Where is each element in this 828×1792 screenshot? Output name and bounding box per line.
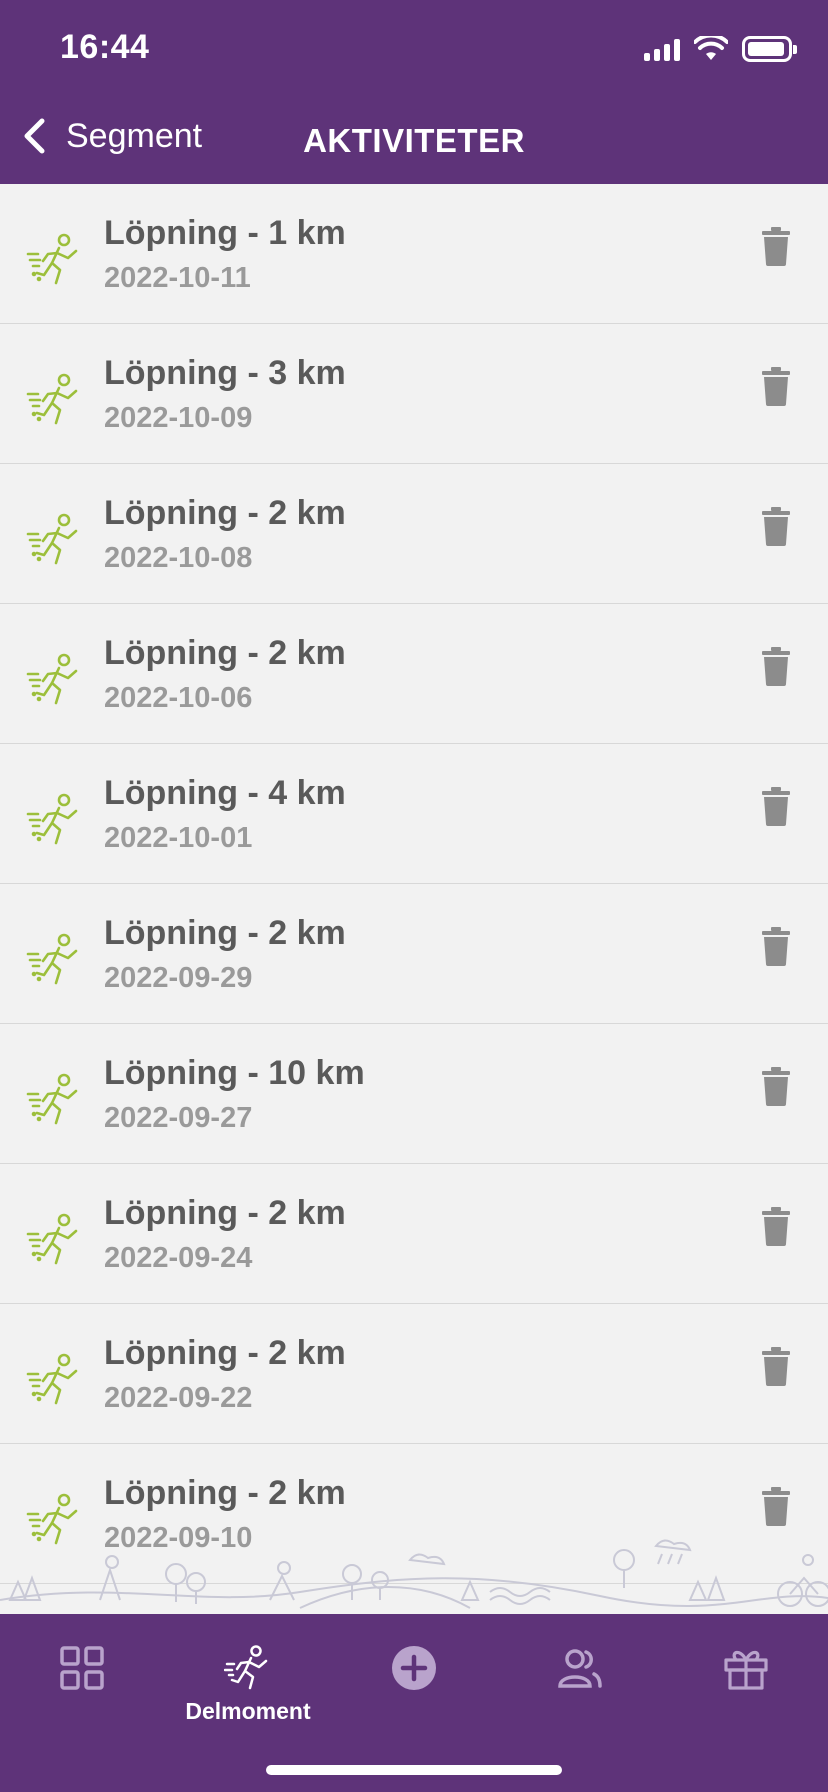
top-bar: 16:44 Segment AKTIVITETER — [0, 0, 828, 184]
activity-title: Löpning - 2 km — [104, 634, 346, 672]
activity-date: 2022-09-22 — [104, 1382, 253, 1414]
runner-icon — [224, 1645, 268, 1690]
people-icon — [558, 1649, 602, 1688]
activity-date: 2022-10-09 — [104, 402, 253, 434]
runner-icon — [26, 1493, 78, 1545]
activity-title: Löpning - 4 km — [104, 774, 346, 812]
activity-title: Löpning - 10 km — [104, 1054, 365, 1092]
trash-icon[interactable] — [760, 1486, 792, 1526]
list-item[interactable]: Löpning - 2 km 2022-09-29 — [0, 884, 828, 1024]
runner-icon — [26, 1353, 78, 1405]
list-item[interactable]: Löpning - 2 km 2022-09-10 — [0, 1444, 828, 1584]
activity-date: 2022-09-29 — [104, 962, 253, 994]
tab-overview[interactable] — [22, 1644, 142, 1734]
trash-icon[interactable] — [760, 366, 792, 406]
trash-icon[interactable] — [760, 1206, 792, 1246]
runner-icon — [26, 793, 78, 845]
runner-icon — [26, 233, 78, 285]
status-icons — [644, 34, 797, 64]
page-title: AKTIVITETER — [303, 122, 525, 159]
runner-icon — [26, 513, 78, 565]
activity-title: Löpning - 2 km — [104, 1334, 346, 1372]
trash-icon[interactable] — [760, 1346, 792, 1386]
runner-icon — [26, 933, 78, 985]
trash-icon[interactable] — [760, 926, 792, 966]
status-time: 16:44 — [60, 28, 150, 66]
home-indicator — [266, 1765, 562, 1775]
activity-title: Löpning - 1 km — [104, 214, 346, 252]
activity-date: 2022-10-06 — [104, 682, 253, 714]
cellular-signal-icon — [644, 37, 680, 61]
activity-title: Löpning - 3 km — [104, 354, 346, 392]
runner-icon — [26, 1213, 78, 1265]
tab-delmoment[interactable]: Delmoment — [185, 1644, 311, 1734]
trash-icon[interactable] — [760, 1066, 792, 1106]
trash-icon[interactable] — [760, 786, 792, 826]
tab-rewards[interactable] — [686, 1644, 806, 1734]
trash-icon[interactable] — [760, 226, 792, 266]
list-item[interactable]: Löpning - 10 km 2022-09-27 — [0, 1024, 828, 1164]
trash-icon[interactable] — [760, 646, 792, 686]
wifi-icon — [694, 36, 728, 60]
activity-title: Löpning - 2 km — [104, 494, 346, 532]
activity-title: Löpning - 2 km — [104, 1194, 346, 1232]
activity-date: 2022-10-08 — [104, 542, 253, 574]
tab-add[interactable] — [354, 1644, 474, 1734]
list-item[interactable]: Löpning - 2 km 2022-09-24 — [0, 1164, 828, 1304]
list-item[interactable]: Löpning - 2 km 2022-09-22 — [0, 1304, 828, 1444]
activity-title: Löpning - 2 km — [104, 914, 346, 952]
activity-list: Löpning - 1 km 2022-10-11 Löpning - 3 km… — [0, 184, 828, 1584]
tab-friends[interactable] — [520, 1644, 640, 1734]
runner-icon — [26, 1073, 78, 1125]
activity-title: Löpning - 2 km — [104, 1474, 346, 1512]
tab-delmoment-label: Delmoment — [185, 1698, 311, 1724]
battery-icon — [742, 36, 797, 62]
runner-icon — [26, 373, 78, 425]
activity-date: 2022-09-27 — [104, 1102, 253, 1134]
list-item[interactable]: Löpning - 2 km 2022-10-08 — [0, 464, 828, 604]
activity-date: 2022-09-10 — [104, 1522, 253, 1554]
list-item[interactable]: Löpning - 4 km 2022-10-01 — [0, 744, 828, 884]
list-item[interactable]: Löpning - 3 km 2022-10-09 — [0, 324, 828, 464]
trash-icon[interactable] — [760, 506, 792, 546]
list-item[interactable]: Löpning - 2 km 2022-10-06 — [0, 604, 828, 744]
activity-date: 2022-10-11 — [104, 262, 251, 294]
list-item[interactable]: Löpning - 1 km 2022-10-11 — [0, 184, 828, 324]
plus-circle-icon — [392, 1646, 436, 1690]
runner-icon — [26, 653, 78, 705]
screen: 16:44 Segment AKTIVITETER Löpning - 1 km… — [0, 0, 828, 1792]
activity-date: 2022-10-01 — [104, 822, 253, 854]
activity-date: 2022-09-24 — [104, 1242, 253, 1274]
gift-icon — [724, 1650, 768, 1690]
grid-icon — [60, 1646, 104, 1690]
